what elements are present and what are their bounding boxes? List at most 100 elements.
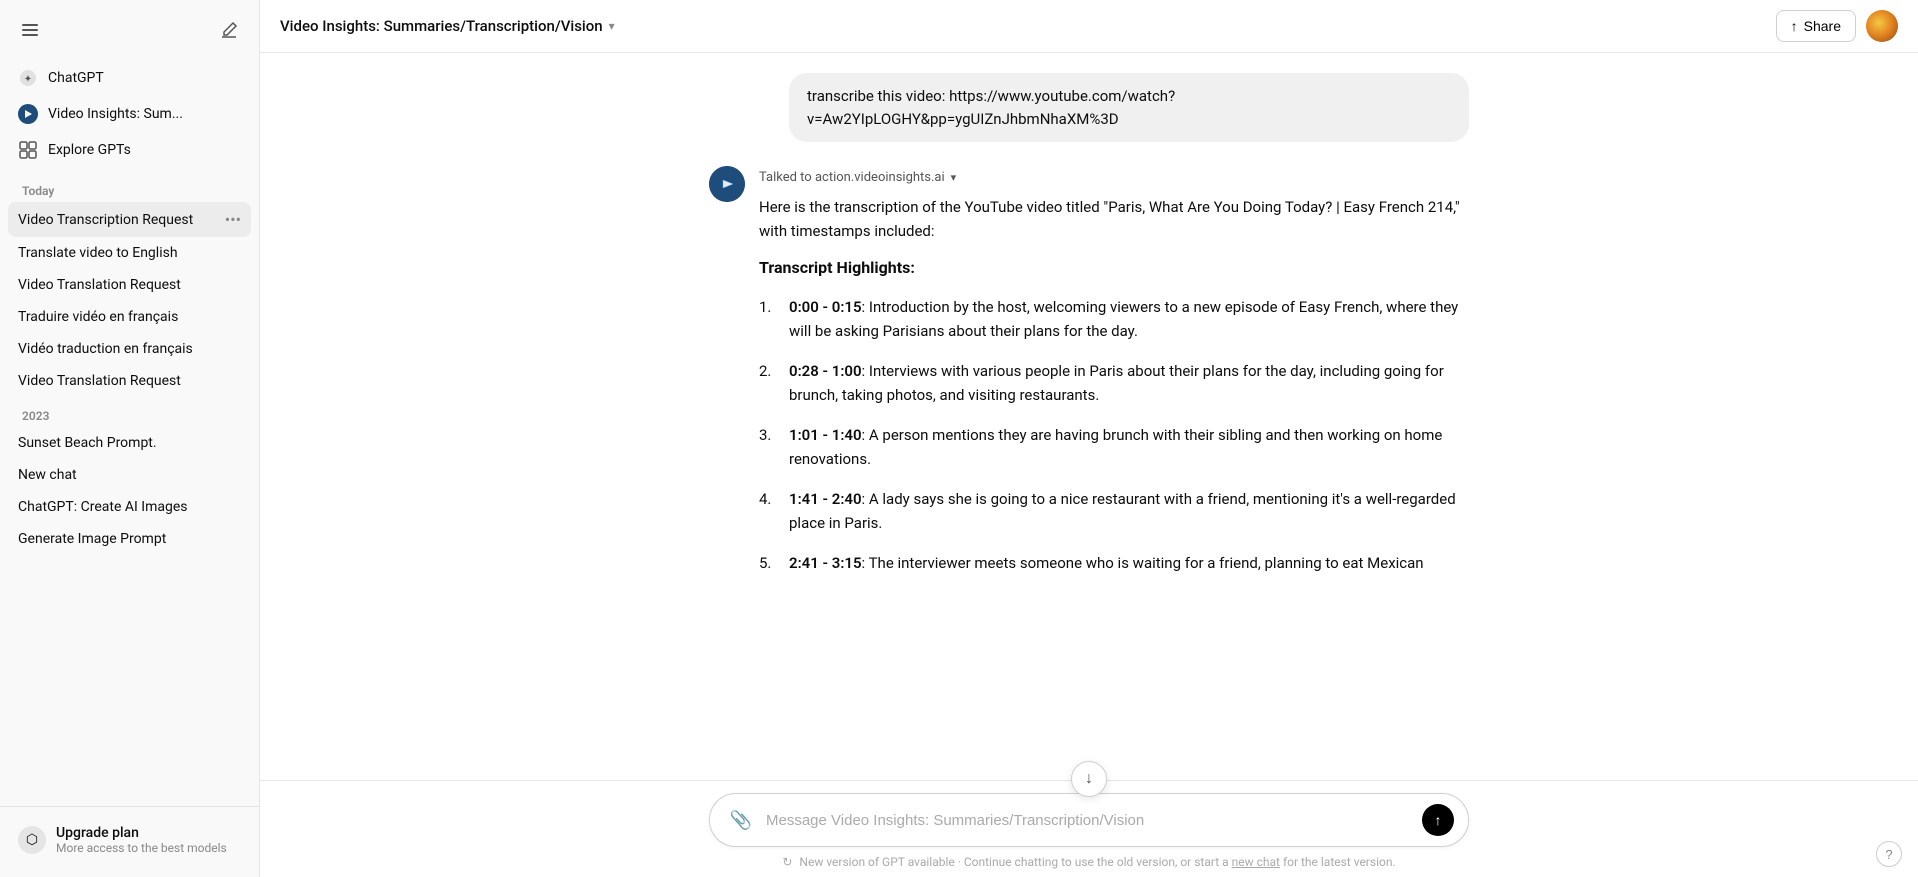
- conversation-title[interactable]: Video Insights: Summaries/Transcription/…: [280, 17, 615, 35]
- list-item: 3. 1:01 - 1:40: A person mentions they a…: [759, 423, 1469, 471]
- chat-item-label: Vidéo traduction en français: [18, 341, 241, 357]
- sidebar-header: [0, 0, 259, 56]
- upgrade-subtitle: More access to the best models: [56, 841, 227, 855]
- svg-text:✦: ✦: [24, 74, 32, 85]
- footer-notice-end: for the latest version.: [1280, 855, 1396, 869]
- sidebar-item-explore[interactable]: Explore GPTs: [8, 132, 251, 168]
- more-options-icon: •••: [225, 210, 241, 229]
- user-bubble: transcribe this video: https://www.youtu…: [789, 73, 1469, 142]
- timestamp-4: 1:41 - 2:40: [789, 490, 862, 508]
- new-chat-link[interactable]: new chat: [1232, 855, 1280, 869]
- list-item-content: 1:01 - 1:40: A person mentions they are …: [789, 423, 1469, 471]
- list-item-content: 2:41 - 3:15: The interviewer meets someo…: [789, 551, 1469, 575]
- refresh-icon: ↻: [782, 855, 792, 869]
- share-label: Share: [1804, 18, 1841, 34]
- timestamp-2: 0:28 - 1:00: [789, 362, 862, 380]
- chat-history-list: Today Video Transcription Request ••• Tr…: [0, 172, 259, 806]
- chat-item-video-transcription[interactable]: Video Transcription Request •••: [8, 202, 251, 237]
- ai-content: Talked to action.videoinsights.ai ▾ Here…: [759, 166, 1469, 591]
- upgrade-icon: ⬡: [18, 826, 46, 854]
- footer-notice: ↻ New version of GPT available · Continu…: [782, 855, 1395, 869]
- main-area: Video Insights: Summaries/Transcription/…: [260, 0, 1918, 877]
- chat-item-video-translation[interactable]: Video Translation Request ···: [8, 269, 251, 301]
- chat-item-label: Video Translation Request: [18, 373, 241, 389]
- list-item-content: 0:28 - 1:00: Interviews with various peo…: [789, 359, 1469, 407]
- list-item-content: 0:00 - 0:15: Introduction by the host, w…: [789, 295, 1469, 343]
- share-icon: ↑: [1791, 18, 1798, 34]
- chat-item-label: Traduire vidéo en français: [18, 309, 241, 325]
- chat-item-label: ChatGPT: Create AI Images: [18, 499, 241, 515]
- ai-source-label[interactable]: Talked to action.videoinsights.ai ▾: [759, 170, 1469, 185]
- list-item: 2. 0:28 - 1:00: Interviews with various …: [759, 359, 1469, 407]
- video-insights-icon: [18, 104, 38, 124]
- topbar-title-text: Video Insights: Summaries/Transcription/…: [280, 17, 603, 35]
- list-item: 4. 1:41 - 2:40: A lady says she is going…: [759, 487, 1469, 535]
- chat-item-label: Video Transcription Request: [18, 212, 225, 228]
- toggle-sidebar-button[interactable]: [12, 12, 48, 48]
- chat-item-video-traduction[interactable]: Vidéo traduction en français ···: [8, 333, 251, 365]
- ai-intro-text: Here is the transcription of the YouTube…: [759, 195, 1469, 243]
- chat-wrapper: transcribe this video: https://www.youtu…: [260, 53, 1918, 877]
- send-icon: ↑: [1435, 812, 1442, 828]
- list-item-num: 5.: [759, 551, 781, 575]
- send-button[interactable]: ↑: [1422, 804, 1454, 836]
- sidebar-item-explore-label: Explore GPTs: [48, 142, 131, 158]
- list-item-num: 1.: [759, 295, 781, 343]
- attach-button[interactable]: 📎: [726, 805, 756, 835]
- timestamp-1: 0:00 - 0:15: [789, 298, 862, 316]
- transcript-list: 1. 0:00 - 0:15: Introduction by the host…: [759, 295, 1469, 575]
- chat-item-ai-images[interactable]: ChatGPT: Create AI Images ···: [8, 491, 251, 523]
- sidebar: ✦ ChatGPT Video Insights: Sum...: [0, 0, 260, 877]
- arrow-down-icon: ↓: [1085, 770, 1093, 788]
- new-chat-button[interactable]: [211, 12, 247, 48]
- scroll-down-button[interactable]: ↓: [1071, 761, 1107, 797]
- chevron-down-icon: ▾: [951, 171, 957, 184]
- chat-item-label: Generate Image Prompt: [18, 531, 241, 547]
- chat-item-sunset-beach[interactable]: Sunset Beach Prompt. ···: [8, 427, 251, 459]
- list-item-num: 4.: [759, 487, 781, 535]
- user-message-text: transcribe this video: https://www.youtu…: [807, 87, 1175, 128]
- chat-item-new-chat[interactable]: New chat ···: [8, 459, 251, 491]
- sidebar-item-video-insights-label: Video Insights: Sum...: [48, 106, 183, 122]
- chat-item-traduire[interactable]: Traduire vidéo en français ···: [8, 301, 251, 333]
- ai-avatar: [709, 166, 745, 202]
- chevron-down-icon: ▾: [609, 19, 615, 33]
- ai-source-text: Talked to action.videoinsights.ai: [759, 170, 945, 185]
- transcript-heading: Transcript Highlights:: [759, 255, 1469, 281]
- sidebar-item-chatgpt[interactable]: ✦ ChatGPT: [8, 60, 251, 96]
- timestamp-5: 2:41 - 3:15: [789, 554, 862, 572]
- chat-item-label: Sunset Beach Prompt.: [18, 435, 241, 451]
- list-item-content: 1:41 - 2:40: A lady says she is going to…: [789, 487, 1469, 535]
- list-item-num: 3.: [759, 423, 781, 471]
- list-item-num: 2.: [759, 359, 781, 407]
- explore-icon: [18, 140, 38, 160]
- sidebar-footer: ⬡ Upgrade plan More access to the best m…: [0, 806, 259, 877]
- sidebar-item-video-insights[interactable]: Video Insights: Sum...: [8, 96, 251, 132]
- ai-message: Talked to action.videoinsights.ai ▾ Here…: [709, 166, 1469, 591]
- list-item: 5. 2:41 - 3:15: The interviewer meets so…: [759, 551, 1469, 575]
- upgrade-plan-button[interactable]: ⬡ Upgrade plan More access to the best m…: [8, 815, 251, 865]
- chat-item-translate-video[interactable]: Translate video to English ···: [8, 237, 251, 269]
- message-input[interactable]: [766, 812, 1412, 829]
- chat-item-label: Video Translation Request: [18, 277, 241, 293]
- chat-content: transcribe this video: https://www.youtu…: [260, 53, 1918, 780]
- attach-icon: 📎: [730, 810, 752, 831]
- help-button[interactable]: ?: [1876, 841, 1902, 867]
- section-2023-label: 2023: [8, 397, 251, 427]
- chat-item-video-translation-2[interactable]: Video Translation Request ···: [8, 365, 251, 397]
- ai-response-text: Here is the transcription of the YouTube…: [759, 195, 1469, 575]
- user-message: transcribe this video: https://www.youtu…: [709, 73, 1469, 142]
- share-button[interactable]: ↑ Share: [1776, 10, 1856, 42]
- topbar: Video Insights: Summaries/Transcription/…: [260, 0, 1918, 53]
- chat-item-label: Translate video to English: [18, 245, 241, 261]
- sidebar-nav: ✦ ChatGPT Video Insights: Sum...: [0, 56, 259, 172]
- upgrade-title: Upgrade plan: [56, 825, 227, 841]
- user-avatar[interactable]: [1866, 10, 1898, 42]
- list-item: 1. 0:00 - 0:15: Introduction by the host…: [759, 295, 1469, 343]
- chat-item-menu[interactable]: •••: [225, 210, 241, 229]
- chatgpt-icon: ✦: [18, 68, 38, 88]
- chat-item-generate-image[interactable]: Generate Image Prompt ···: [8, 523, 251, 555]
- message-input-box: 📎 ↑: [709, 793, 1469, 847]
- section-today-label: Today: [8, 172, 251, 202]
- chat-item-label: New chat: [18, 467, 241, 483]
